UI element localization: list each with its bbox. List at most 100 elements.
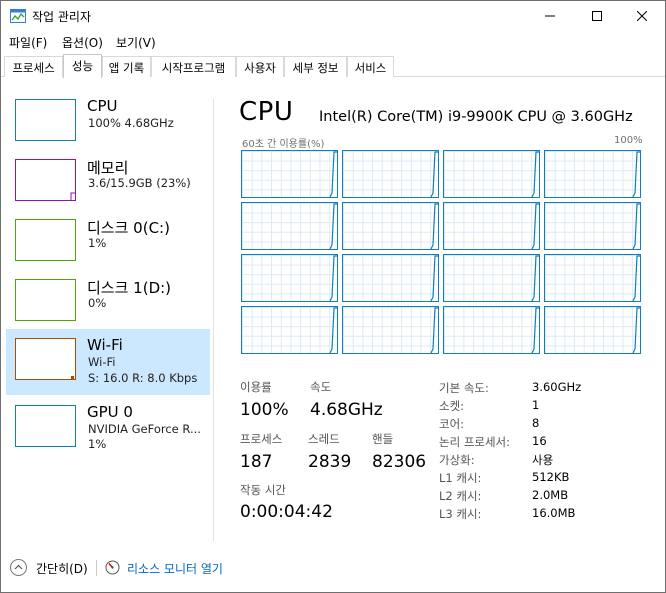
info-value: 2.0MB	[532, 488, 569, 502]
core-graph	[342, 150, 439, 198]
task-manager-icon	[10, 9, 26, 23]
uptime-value: 0:00:04:42	[240, 502, 333, 522]
task-manager-window: 작업 관리자 파일(F) 옵션(O) 보기(V) 프로세스 성능 앱 기록 시작…	[0, 0, 666, 593]
core-usage-line	[329, 151, 337, 197]
core-usage-line	[430, 203, 438, 249]
device-item-disk0[interactable]: 디스크 0(C:) 1%	[6, 217, 210, 283]
device-name: 디스크 1(D:)	[87, 279, 172, 297]
device-item-memory[interactable]: 메모리 3.6/15.9GB (23%)	[6, 157, 210, 223]
tab-performance[interactable]: 성능	[63, 54, 102, 78]
core-usage-line	[531, 203, 539, 249]
core-graph	[544, 150, 641, 198]
tab-services[interactable]: 서비스	[347, 56, 394, 77]
memory-thumbnail	[15, 159, 76, 201]
title-bar[interactable]: 작업 관리자	[1, 1, 665, 31]
threads-value: 2839	[308, 452, 352, 472]
device-detail: 1%	[88, 236, 107, 250]
core-graph	[544, 202, 641, 250]
device-detail: 100% 4.68GHz	[88, 116, 174, 130]
core-usage-line	[329, 307, 337, 353]
close-button[interactable]	[619, 1, 665, 31]
wifi-thumbnail	[15, 338, 76, 380]
core-graph	[241, 306, 338, 354]
core-usage-line	[531, 151, 539, 197]
tab-bar: 프로세스 성능 앱 기록 시작프로그램 사용자 세부 정보 서비스	[1, 54, 665, 78]
footer: 간단히(D) 리소스 모니터 열기	[1, 553, 665, 583]
logical-processor-graphs[interactable]	[241, 150, 641, 356]
tab-app-history[interactable]: 앱 기록	[102, 56, 151, 77]
core-usage-line	[430, 307, 438, 353]
info-label: 가상화:	[439, 453, 475, 467]
device-name: 메모리	[87, 159, 129, 177]
window-title: 작업 관리자	[32, 10, 92, 24]
graph-axis-label: 60초 간 이용률(%)	[242, 139, 325, 150]
disk0-thumbnail	[15, 219, 76, 261]
core-graph	[443, 306, 540, 354]
core-graph	[443, 202, 540, 250]
core-usage-line	[632, 307, 640, 353]
menu-file[interactable]: 파일(F)	[9, 34, 47, 51]
utilization-label: 이용률	[240, 380, 272, 394]
info-value: 1	[532, 398, 540, 412]
tab-startup[interactable]: 시작프로그램	[151, 56, 236, 77]
core-usage-line	[430, 255, 438, 301]
menu-bar: 파일(F) 옵션(O) 보기(V)	[1, 31, 665, 53]
utilization-value: 100%	[240, 400, 289, 420]
info-value: 3.60GHz	[532, 380, 582, 394]
cpu-model: Intel(R) Core(TM) i9-9900K CPU @ 3.60GHz	[319, 109, 633, 125]
minimize-icon	[545, 15, 555, 17]
device-throughput: S: 16.0 R: 8.0 Kbps	[88, 371, 198, 385]
info-label: 소켓:	[439, 399, 465, 413]
core-usage-line	[632, 203, 640, 249]
resource-monitor-icon[interactable]	[105, 560, 120, 575]
core-graph	[342, 306, 439, 354]
info-value: 8	[532, 416, 540, 430]
open-resource-monitor-link[interactable]: 리소스 모니터 열기	[127, 560, 223, 577]
device-detail: 0%	[88, 296, 107, 310]
footer-divider	[96, 560, 97, 576]
graph-max-label: 100%	[614, 135, 643, 146]
uptime-label: 작동 시간	[240, 483, 286, 497]
device-item-cpu[interactable]: CPU 100% 4.68GHz	[6, 97, 210, 163]
speed-label: 속도	[310, 380, 332, 394]
processes-label: 프로세스	[240, 432, 283, 446]
menu-options[interactable]: 옵션(O)	[62, 34, 103, 51]
maximize-button[interactable]	[574, 1, 620, 31]
core-graph	[241, 254, 338, 302]
handles-label: 핸들	[372, 432, 394, 446]
info-value: 512KB	[532, 470, 570, 484]
core-usage-line	[632, 151, 640, 197]
disk1-thumbnail	[15, 279, 76, 321]
minimize-button[interactable]	[527, 1, 573, 31]
core-graph	[241, 150, 338, 198]
info-value: 사용	[532, 453, 554, 467]
device-detail: 3.6/15.9GB (23%)	[88, 176, 191, 190]
chevron-up-icon[interactable]	[10, 559, 27, 576]
cpu-thumbnail	[15, 99, 76, 141]
core-usage-line	[329, 255, 337, 301]
core-usage-line	[632, 255, 640, 301]
speed-value: 4.68GHz	[310, 400, 383, 420]
handles-value: 82306	[372, 452, 427, 472]
core-usage-line	[329, 203, 337, 249]
device-name: 디스크 0(C:)	[87, 219, 170, 237]
device-detail: Wi-Fi	[88, 355, 116, 369]
fewer-details-button[interactable]: 간단히(D)	[36, 560, 88, 577]
core-usage-line	[430, 151, 438, 197]
tab-details[interactable]: 세부 정보	[284, 56, 347, 77]
device-item-gpu0[interactable]: GPU 0 NVIDIA GeForce R... 1%	[6, 403, 210, 469]
threads-label: 스레드	[308, 432, 340, 446]
panel-divider	[213, 99, 214, 541]
device-name: GPU 0	[87, 403, 133, 421]
core-graph	[342, 202, 439, 250]
close-icon	[637, 11, 647, 21]
info-label: 기본 속도:	[439, 381, 489, 395]
tab-processes[interactable]: 프로세스	[4, 56, 63, 77]
tab-users[interactable]: 사용자	[236, 56, 284, 77]
device-detail: NVIDIA GeForce R...	[88, 422, 201, 436]
core-graph	[342, 254, 439, 302]
core-graph	[443, 254, 540, 302]
menu-view[interactable]: 보기(V)	[116, 34, 156, 51]
device-item-wifi[interactable]: Wi-Fi Wi-Fi S: 16.0 R: 8.0 Kbps	[6, 329, 210, 395]
info-value: 16.0MB	[532, 506, 576, 520]
